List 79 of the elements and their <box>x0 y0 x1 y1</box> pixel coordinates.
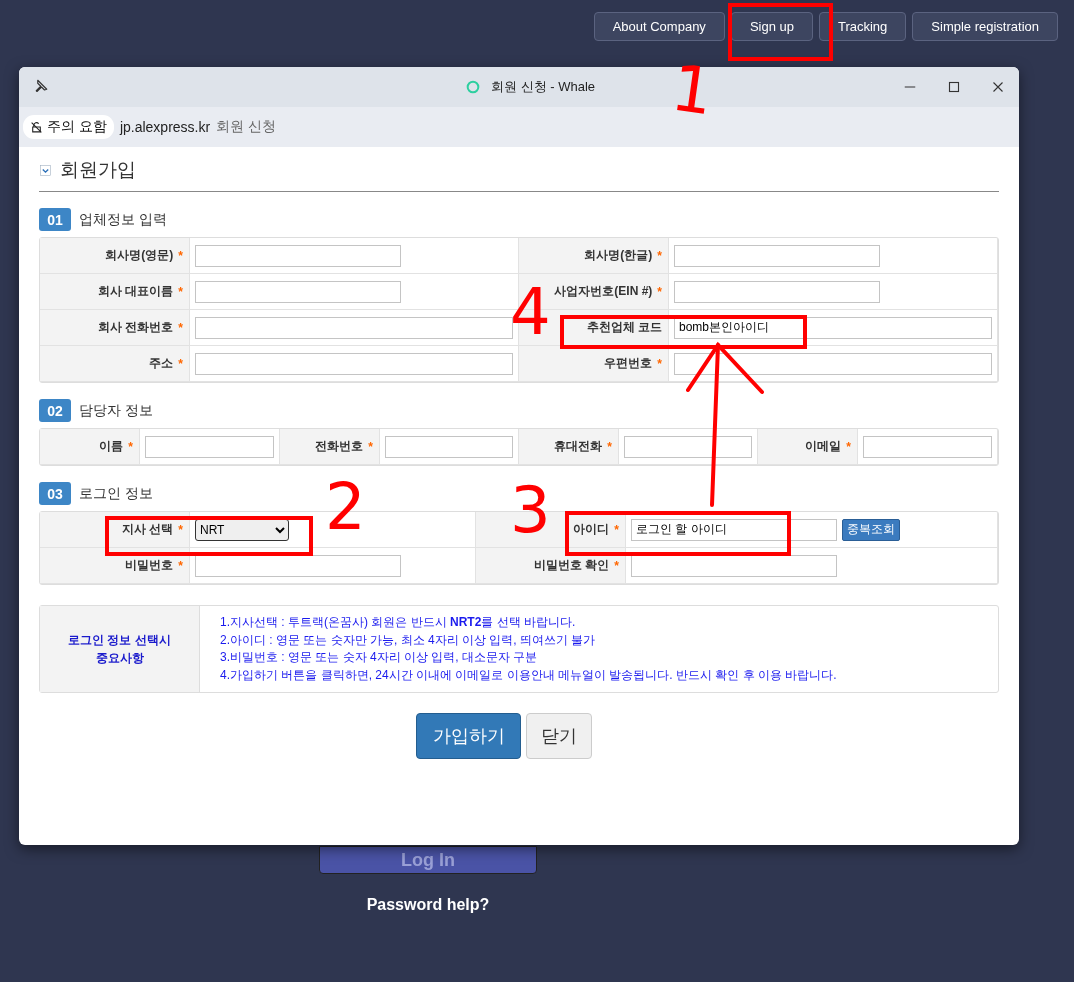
input-field[interactable] <box>195 352 513 375</box>
field-label: 추천업체 코드 <box>586 319 662 336</box>
required-mark: * <box>128 439 133 454</box>
field-label: 사업자번호(EIN #) <box>554 283 653 300</box>
lock-slash-icon <box>30 120 43 134</box>
field-label: 비밀번호 확인 <box>534 557 610 574</box>
field-label: 이메일 <box>805 438 842 455</box>
field-label: 전화번호 <box>315 438 364 455</box>
annotation-number: 2 <box>325 475 366 539</box>
badge-text: 주의 요함 <box>47 118 107 136</box>
field-label: 회사 대표이름 <box>98 283 174 300</box>
nav-button[interactable]: Sign up <box>730 12 813 41</box>
input-field[interactable] <box>195 554 401 577</box>
ring-icon <box>465 79 481 95</box>
section-number: 01 <box>39 208 71 231</box>
note-text: 4.가입하기 버튼을 클릭하면, 24시간 이내에 이메일로 이용안내 메뉴얼이 발송됩니다. 반드시 확인 후 이용 바랍니다. <box>220 666 837 684</box>
check-duplicate-button[interactable]: 중복조회 <box>842 518 900 541</box>
submit-button[interactable]: 가입하기 <box>416 713 521 759</box>
annotation-number: 1 <box>667 55 717 125</box>
field-label: 주소 <box>149 355 174 372</box>
required-mark: * <box>178 522 183 537</box>
annotation-number: 3 <box>510 478 551 542</box>
page-title: 회원 신청 <box>216 118 277 136</box>
url-text: jp.alexpress.kr <box>119 119 211 135</box>
field-label: 회사명(영문) <box>105 247 174 264</box>
note-text: 2.아이디 : 영문 또는 숫자만 가능, 최소 4자리 이상 입력, 띄여쓰기 불가 <box>220 631 597 649</box>
input-field[interactable] <box>624 435 752 458</box>
input-field[interactable] <box>195 244 401 267</box>
required-mark: * <box>614 522 619 537</box>
nav-button[interactable]: About Company <box>593 12 725 41</box>
close-button[interactable]: 닫기 <box>526 713 592 759</box>
security-badge[interactable]: 주의 요함 <box>23 115 114 139</box>
note-text: 3.비밀번호 : 영문 또는 숫자 4자리 이상 입력, 대소문자 구분 <box>220 649 539 666</box>
input-field[interactable] <box>674 280 880 303</box>
required-mark: * <box>178 248 183 263</box>
required-mark: * <box>657 356 662 371</box>
section-number: 03 <box>39 482 71 505</box>
field-label: 회사 전화번호 <box>98 319 174 336</box>
input-field[interactable]: bomb본인아이디 <box>674 316 992 339</box>
section-title: 업체정보 입력 <box>79 210 167 229</box>
field-label: 이름 <box>99 438 124 455</box>
input-field[interactable]: 로그인 할 아이디 <box>631 518 837 541</box>
nav-button[interactable]: Tracking <box>818 12 907 41</box>
input-field[interactable] <box>385 435 513 458</box>
password-help-link[interactable]: Password help? <box>366 896 490 914</box>
section-title: 담당자 정보 <box>79 401 153 420</box>
field-label: 회사명(한글) <box>584 247 653 264</box>
page-heading: 회원가입 <box>60 158 136 182</box>
notes-title: 로그인 정보 선택시 중요사항 <box>40 606 200 692</box>
required-mark: * <box>657 284 662 299</box>
collapse-icon[interactable] <box>39 163 52 177</box>
window-title: 회원 신청 - Whale <box>491 78 595 96</box>
input-field[interactable] <box>145 435 274 458</box>
required-mark: * <box>607 439 612 454</box>
input-field[interactable] <box>674 352 992 375</box>
required-mark: * <box>368 439 373 454</box>
field-label: 지사 선택 <box>122 521 174 538</box>
section-number: 02 <box>39 399 71 422</box>
note-text: 1.지사선택 : 투트랙(온꿈사) 회원은 반드시 NRT2를 선택 바랍니다. <box>220 614 577 631</box>
required-mark: * <box>178 320 183 335</box>
required-mark: * <box>178 284 183 299</box>
field-label: 아이디 <box>573 521 610 538</box>
annotation-number: 4 <box>510 280 551 344</box>
nav-button[interactable]: Simple registration <box>912 12 1058 41</box>
input-field[interactable] <box>195 280 401 303</box>
required-mark: * <box>178 356 183 371</box>
input-field[interactable] <box>195 316 513 339</box>
required-mark: * <box>846 439 851 454</box>
field-label: 휴대전화 <box>554 438 603 455</box>
input-field[interactable] <box>674 244 880 267</box>
field-label: 비밀번호 <box>125 557 174 574</box>
required-mark: * <box>178 558 183 573</box>
required-mark: * <box>614 558 619 573</box>
section-title: 로그인 정보 <box>79 484 153 503</box>
input-field[interactable] <box>631 554 837 577</box>
required-mark: * <box>657 248 662 263</box>
input-field[interactable] <box>863 435 992 458</box>
branch-select[interactable]: NRT <box>195 518 289 541</box>
field-label: 우편번호 <box>604 355 653 372</box>
